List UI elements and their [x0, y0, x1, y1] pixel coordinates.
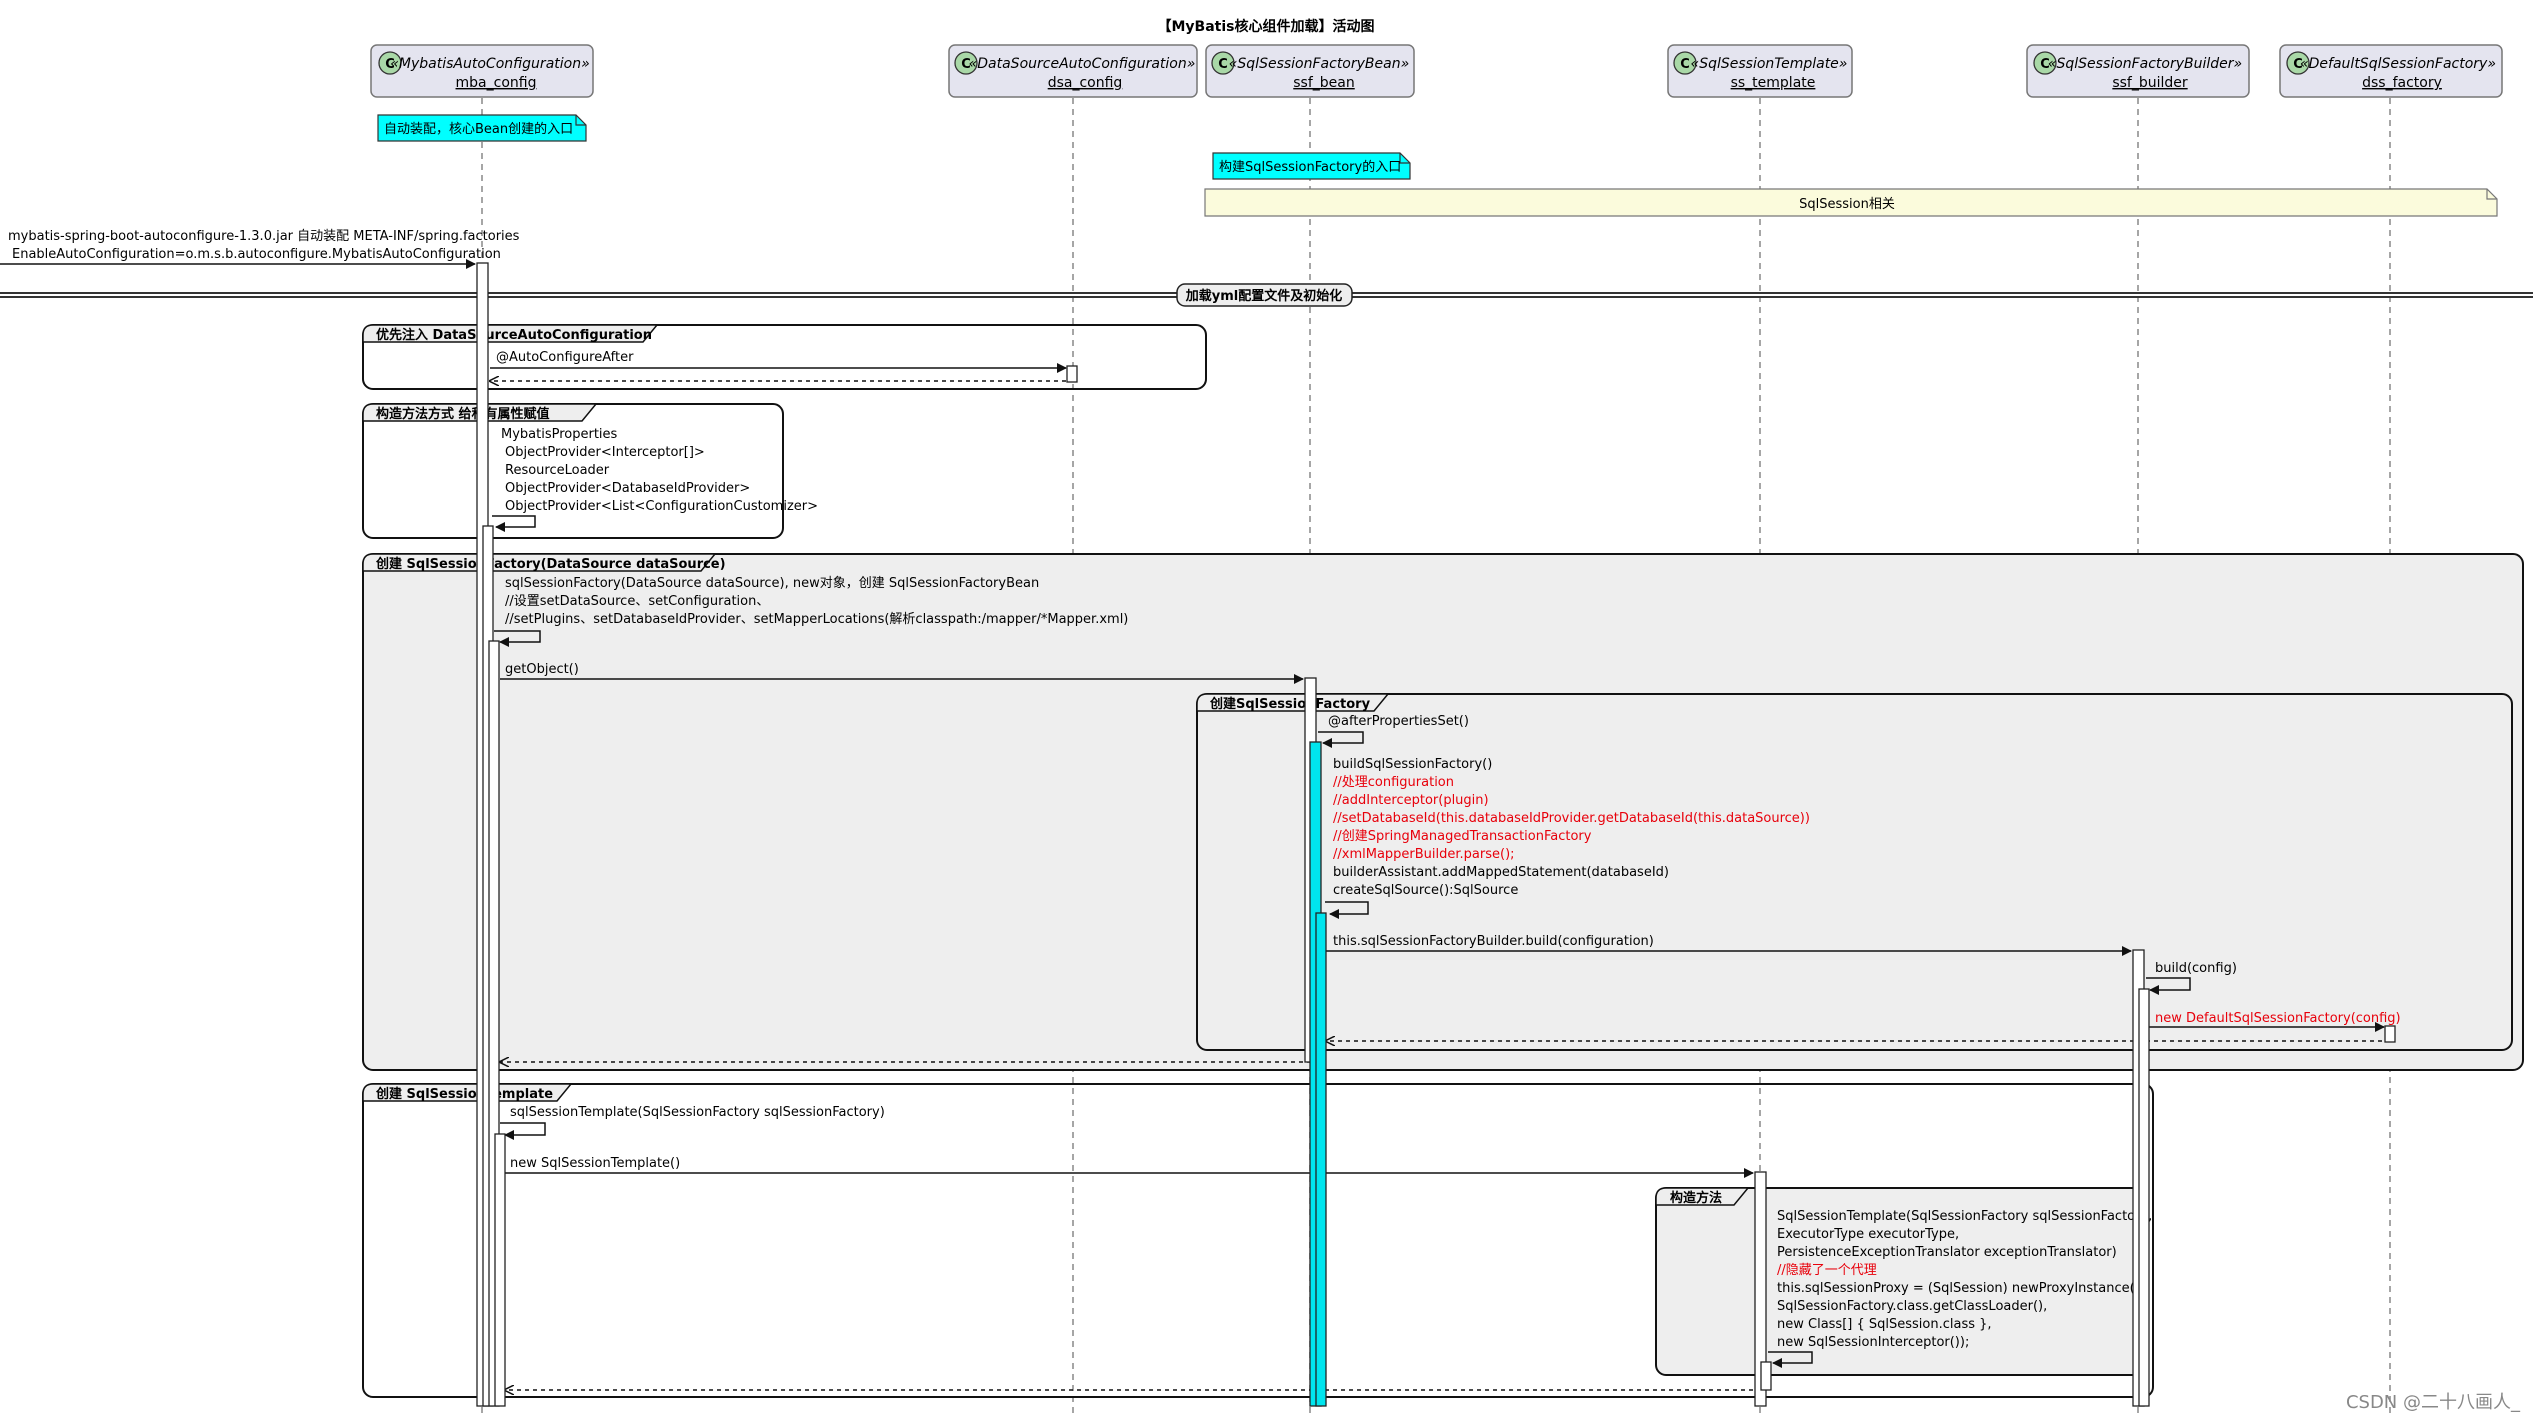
note-sqlsession: SqlSession相关: [1204, 188, 2498, 217]
group-label: 优先注入 DataSourceAutoConfiguration: [376, 327, 652, 343]
code-line: //隐藏了一个代理: [1777, 1263, 1877, 1278]
code-line: ExecutorType executorType,: [1777, 1227, 1959, 1242]
group-constructor-props: 构造方法方式 给私有属性赋值 MybatisProperties ObjectP…: [362, 403, 818, 539]
message-line: ObjectProvider<Interceptor[]>: [505, 445, 705, 460]
participant-ssf-bean[interactable]: C «SqlSessionFactoryBean» ssf_bean: [1205, 44, 1415, 98]
sequence-diagram: 【MyBatis核心组件加载】活动图 C «MybatisAutoConfigu…: [0, 18, 2533, 1415]
code-line: buildSqlSessionFactory(): [1333, 757, 1492, 772]
note-auto-config: 自动装配，核心Bean创建的入口: [377, 114, 587, 142]
participant-mba-config[interactable]: C «MybatisAutoConfiguration» mba_config: [370, 44, 594, 98]
code-line: new Class[] { SqlSession.class },: [1777, 1317, 1992, 1332]
code-line: //创建SpringManagedTransactionFactory: [1333, 829, 1592, 844]
participant-name: ssf_builder: [2112, 75, 2188, 91]
message-label: getObject(): [505, 662, 579, 677]
code-line: createSqlSource():SqlSource: [1333, 883, 1518, 898]
participant-dsa-config[interactable]: C «DataSourceAutoConfiguration» dsa_conf…: [948, 44, 1198, 98]
code-line: //setDatabaseId(this.databaseIdProvider.…: [1333, 811, 1810, 826]
participant-ss-template[interactable]: C «SqlSessionTemplate» ss_template: [1667, 44, 1853, 98]
group-label: 构造方法: [1670, 1190, 1722, 1206]
code-line: SqlSessionTemplate(SqlSessionFactory sql…: [1777, 1209, 2152, 1224]
participant-stereotype: «DefaultSqlSessionFactory»: [2300, 56, 2496, 72]
group-label: 创建 SqlSessionFactory(DataSource dataSour…: [375, 556, 726, 572]
message-line: MybatisProperties: [501, 427, 618, 442]
message-label: this.sqlSessionFactoryBuilder.build(conf…: [1333, 934, 1654, 949]
participant-name: dss_factory: [2362, 75, 2442, 91]
entry-message: mybatis-spring-boot-autoconfigure-1.3.0.…: [0, 229, 520, 269]
code-line: //addInterceptor(plugin): [1333, 793, 1489, 808]
participant-stereotype: «MybatisAutoConfiguration»: [390, 56, 589, 72]
code-line: this.sqlSessionProxy = (SqlSession) newP…: [1777, 1281, 2135, 1296]
class-badge-letter: C: [1218, 57, 1228, 72]
participant-stereotype: «SqlSessionFactoryBean»: [1229, 56, 1409, 72]
participant-stereotype: «SqlSessionFactoryBuilder»: [2048, 56, 2242, 72]
entry-message-line: EnableAutoConfiguration=o.m.s.b.autoconf…: [12, 247, 501, 262]
watermark: CSDN @二十八画人_: [2346, 1392, 2521, 1413]
message-line: sqlSessionFactory(DataSource dataSource)…: [505, 576, 1039, 591]
message-label: @AutoConfigureAfter: [496, 350, 634, 365]
participant-dss-factory[interactable]: C «DefaultSqlSessionFactory» dss_factory: [2279, 44, 2503, 98]
note-text: 构建SqlSessionFactory的入口: [1219, 159, 1401, 175]
participant-name: dsa_config: [1048, 75, 1123, 91]
code-line: //处理configuration: [1333, 775, 1454, 790]
participant-stereotype: «DataSourceAutoConfiguration»: [969, 56, 1196, 72]
message-label: @afterPropertiesSet(): [1328, 714, 1469, 729]
note-ssf-entry: 构建SqlSessionFactory的入口: [1212, 152, 1411, 180]
participant-stereotype: «SqlSessionTemplate»: [1691, 56, 1848, 72]
message-line: ObjectProvider<DatabaseIdProvider>: [505, 481, 750, 496]
code-line: SqlSessionFactory.class.getClassLoader()…: [1777, 1299, 2047, 1314]
note-text: 自动装配，核心Bean创建的入口: [384, 121, 573, 137]
group-label: 创建 SqlSessionTemplate: [375, 1086, 553, 1102]
note-text: SqlSession相关: [1799, 197, 1895, 212]
participant-ssf-builder[interactable]: C «SqlSessionFactoryBuilder» ssf_builder: [2026, 44, 2250, 98]
group-template-ctor: 构造方法 SqlSessionTemplate(SqlSessionFactor…: [1655, 1187, 2152, 1376]
participant-name: ss_template: [1731, 75, 1816, 91]
code-line: //xmlMapperBuilder.parse();: [1333, 847, 1515, 862]
message-label: sqlSessionTemplate(SqlSessionFactory sql…: [510, 1105, 885, 1120]
message-line: //setPlugins、setDatabaseIdProvider、setMa…: [505, 612, 1128, 627]
group-label: 创建SqlSessionFactory: [1209, 696, 1371, 712]
participant-name: mba_config: [456, 75, 537, 91]
separator-label: 加载yml配置文件及初始化: [1185, 288, 1342, 304]
message-label: build(config): [2155, 961, 2237, 976]
message-label: new DefaultSqlSessionFactory(config): [2155, 1011, 2401, 1026]
group-inject-datasource: 优先注入 DataSourceAutoConfiguration @AutoCo…: [362, 324, 1207, 390]
group-create-ssf-inner: 创建SqlSessionFactory @afterPropertiesSet(…: [1196, 693, 2513, 1051]
participant-name: ssf_bean: [1293, 75, 1354, 91]
separator: 加载yml配置文件及初始化: [0, 283, 2533, 307]
message-line: //设置setDataSource、setConfiguration、: [505, 594, 769, 609]
group-label: 构造方法方式 给私有属性赋值: [376, 406, 550, 422]
message-line: ResourceLoader: [505, 463, 610, 478]
entry-message-line: mybatis-spring-boot-autoconfigure-1.3.0.…: [8, 229, 520, 244]
class-badge-letter: C: [1680, 57, 1690, 72]
code-line: new SqlSessionInterceptor());: [1777, 1335, 1969, 1350]
message-line: ObjectProvider<List<ConfigurationCustomi…: [505, 499, 818, 514]
diagram-title: 【MyBatis核心组件加载】活动图: [1158, 18, 1375, 35]
code-line: PersistenceExceptionTranslator exception…: [1777, 1245, 2117, 1260]
message-label: new SqlSessionTemplate(): [510, 1156, 680, 1171]
code-line: builderAssistant.addMappedStatement(data…: [1333, 865, 1669, 880]
